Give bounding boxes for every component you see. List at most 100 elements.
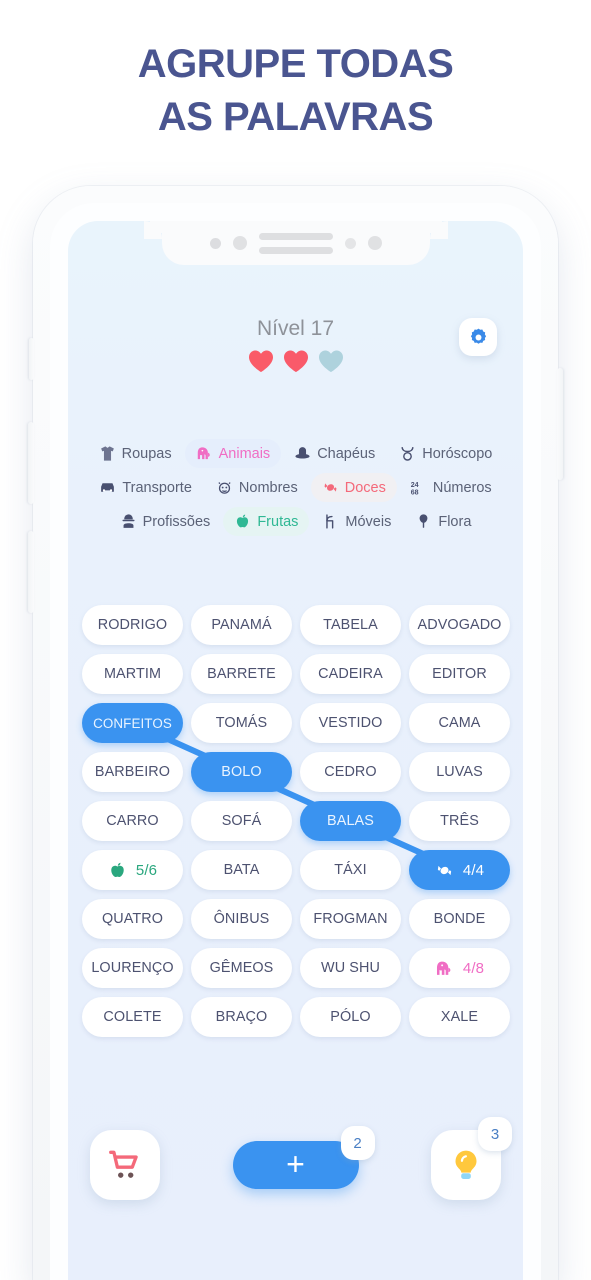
candy-icon [435,861,454,880]
word-label: BRAÇO [215,1009,268,1025]
word-pill[interactable]: BOLO [191,752,292,792]
category-chip-animais[interactable]: Animais [184,439,282,468]
word-pill[interactable]: VESTIDO [300,703,401,743]
category-label: Móveis [345,513,392,530]
word-pill[interactable]: CONFEITOS [82,703,183,743]
word-grid: RODRIGO PANAMÁ TABELA ADVOGADO MARTIM BARRETE… [82,605,510,1037]
word-label: QUATRO [101,911,164,927]
word-pill[interactable]: FROGMAN [300,899,401,939]
word-pill[interactable]: RODRIGO [82,605,183,645]
add-count-badge: 2 [340,1126,375,1160]
word-pill[interactable]: MARTIM [82,654,183,694]
category-chip-chapeus[interactable]: Chapéus [283,439,386,468]
headline-line-1: AGRUPE TODAS [137,42,454,86]
car-icon [99,479,116,496]
category-progress-pill[interactable]: 4/4 [409,850,510,890]
front-sensor-icon [209,237,221,249]
word-pill[interactable]: BARBEIRO [82,752,183,792]
shop-button[interactable] [90,1130,160,1200]
category-chip-frutas[interactable]: Frutas [223,507,310,536]
category-chip-moveis[interactable]: Móveis [311,507,402,536]
hint-button[interactable]: 3 [431,1117,512,1200]
word-pill[interactable]: BALAS [300,801,401,841]
word-label: BALAS [327,813,374,829]
front-camera-icon [232,236,247,250]
word-label: BATA [223,862,260,878]
word-pill[interactable]: PÓLO [300,997,401,1037]
ambient-light-sensor-icon [367,236,382,250]
word-pill[interactable]: EDITOR [409,654,510,694]
category-label: Profissões [142,513,211,530]
word-pill[interactable]: BATA [191,850,292,890]
word-pill[interactable]: BARRETE [191,654,292,694]
word-pill[interactable]: WU SHU [300,948,401,988]
word-label: CARRO [106,813,159,829]
category-row: Profissões Frutas Móveis Flora [76,507,515,536]
word-pill[interactable]: BRAÇO [191,997,292,1037]
category-label: Transporte [122,479,192,496]
gear-icon [470,328,486,344]
word-pill[interactable]: CAMA [409,703,510,743]
add-word-button[interactable]: + 2 [232,1126,375,1189]
face-icon [216,479,233,496]
headline-line-2: AS PALAVRAS [157,94,434,139]
word-pill[interactable]: LOURENÇO [82,948,183,988]
category-progress-pill[interactable]: 4/8 [409,948,510,988]
category-progress-pill[interactable]: 5/6 [82,850,183,890]
category-chip-profissoes[interactable]: Profissões [109,507,222,536]
word-pill[interactable]: QUATRO [82,899,183,939]
word-pill[interactable]: CEDRO [300,752,401,792]
settings-button[interactable] [459,318,497,356]
category-label: Horóscopo [422,445,493,462]
word-pill[interactable]: TÁXI [300,850,401,890]
earpiece-speaker-icon [258,232,333,254]
word-pill[interactable]: COLETE [82,997,183,1037]
phone-mockup: Nível 17 Roupas Animais Chapéus Horóscop… [28,186,563,1280]
category-label: Animais [218,445,271,462]
word-pill[interactable]: LUVAS [409,752,510,792]
category-chip-doces[interactable]: Doces [310,473,397,502]
svg-text:24: 24 [411,481,419,489]
word-pill[interactable]: ÔNIBUS [191,899,292,939]
word-label: RODRIGO [97,617,168,633]
category-label: Doces [344,479,386,496]
phone-volume-up-button [28,422,34,504]
word-pill[interactable]: ADVOGADO [409,605,510,645]
category-chip-transporte[interactable]: Transporte [88,473,203,502]
word-pill[interactable]: CARRO [82,801,183,841]
word-pill[interactable]: TOMÁS [191,703,292,743]
word-label: EDITOR [432,666,487,682]
word-pill[interactable]: TRÊS [409,801,510,841]
phone-power-button [557,368,563,480]
word-label: MARTIM [103,666,162,682]
elephant-icon [196,445,213,462]
category-chip-roupas[interactable]: Roupas [88,439,183,468]
heart-icon-full [248,349,274,373]
category-label: Frutas [257,513,299,530]
word-label: XALE [440,1009,479,1025]
word-pill[interactable]: XALE [409,997,510,1037]
word-pill[interactable]: SOFÁ [191,801,292,841]
category-filter-list: Roupas Animais Chapéus Horóscopo Transpo… [76,439,515,541]
word-pill[interactable]: TABELA [300,605,401,645]
bottom-toolbar: + 2 3 [68,1117,523,1204]
category-chip-flora[interactable]: Flora [404,507,482,536]
word-pill[interactable]: GÊMEOS [191,948,292,988]
category-chip-numeros[interactable]: 24 68 Números [399,473,503,502]
category-row: Transporte Nombres Doces 24 68 Números [76,473,515,502]
progress-label: 5/6 [135,861,158,879]
category-label: Flora [438,513,472,530]
word-label: SOFÁ [221,813,262,829]
word-label: BONDE [433,911,486,927]
word-label: CADEIRA [318,666,383,682]
word-pill[interactable]: BONDE [409,899,510,939]
word-pill[interactable]: PANAMÁ [191,605,292,645]
category-chip-nombres[interactable]: Nombres [205,473,309,502]
page-title: AGRUPE TODAS AS PALAVRAS [0,38,591,144]
hint-count-badge: 3 [478,1117,512,1151]
category-chip-horoscopo[interactable]: Horóscopo [388,439,503,468]
heart-icon-empty [318,349,344,373]
word-pill[interactable]: CADEIRA [300,654,401,694]
word-label: PÓLO [330,1009,371,1025]
word-label: CONFEITOS [93,715,172,731]
